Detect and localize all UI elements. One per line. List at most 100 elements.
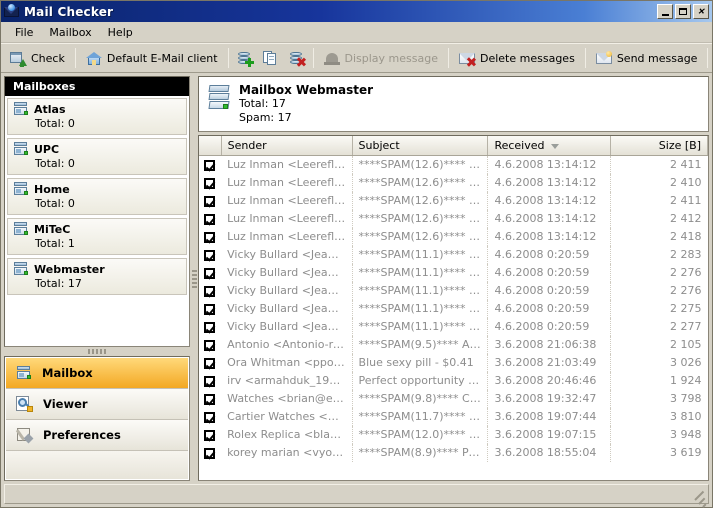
window-title: Mail Checker (24, 4, 114, 19)
mailbox-name: MiTeC (34, 222, 71, 236)
table-row[interactable]: Watches <brian@e-si... ****SPAM(9.8)**** … (199, 389, 708, 408)
cell-size: 2 283 (670, 248, 702, 261)
row-checkbox[interactable] (199, 228, 221, 246)
mailbox-name: Home (34, 182, 70, 196)
vertical-splitter[interactable] (190, 76, 198, 481)
row-checkbox[interactable] (199, 426, 221, 444)
cell-received: 4.6.2008 13:14:12 (487, 173, 612, 192)
row-checkbox[interactable] (199, 444, 221, 462)
delete-messages-button[interactable]: Delete messages (452, 45, 582, 71)
cell-size: 3 619 (670, 446, 702, 459)
send-message-icon (595, 50, 612, 66)
row-checkbox[interactable] (199, 354, 221, 372)
row-checkbox[interactable] (199, 192, 221, 210)
mailbox-item-webmaster[interactable]: Webmaster Total: 17 (7, 258, 187, 295)
mailbox-item-upc[interactable]: UPC Total: 0 (7, 138, 187, 175)
server-icon (207, 85, 231, 111)
copy-mailbox-button[interactable] (258, 45, 284, 71)
mailbox-icon (16, 366, 32, 380)
menu-item-file[interactable]: File (7, 24, 41, 41)
display-message-button[interactable]: Display message (317, 45, 445, 71)
mailbox-total: Total: 17 (35, 277, 82, 290)
cell-size: 2 412 (670, 212, 702, 225)
default-email-client-button[interactable]: Default E-Mail client (79, 45, 225, 71)
cell-size: 3 810 (670, 410, 702, 423)
sidebar-item-viewer[interactable]: Viewer (6, 389, 188, 420)
table-row[interactable]: Vicky Bullard <Jeanne... ****SPAM(11.1)**… (199, 281, 708, 300)
add-mailbox-button[interactable] (232, 45, 258, 71)
table-row[interactable]: Vicky Bullard <Jeanne... ****SPAM(11.1)**… (199, 263, 708, 282)
mailboxes-list: Atlas Total: 0 UPC Total: 0 Home Total: … (5, 96, 189, 346)
left-panel: Mailboxes Atlas Total: 0 UPC Total: 0 Ho… (4, 76, 190, 481)
column-header-subject[interactable]: Subject (352, 136, 489, 156)
mailbox-item-mitec[interactable]: MiTeC Total: 1 (7, 218, 187, 255)
cell-subject: ****SPAM(11.1)**** Find ... (352, 263, 489, 282)
cell-subject: ****SPAM(12.6)**** 100... (352, 191, 489, 210)
sidebar-item-preferences[interactable]: Preferences (6, 420, 188, 451)
menu-item-help[interactable]: Help (100, 24, 141, 41)
table-row[interactable]: irv <armahduk_1988... Perfect opportunity… (199, 371, 708, 390)
cell-size: 2 276 (670, 266, 702, 279)
row-checkbox[interactable] (199, 264, 221, 282)
mailbox-icon (13, 262, 29, 276)
table-row[interactable]: Vicky Bullard <Jeanne... ****SPAM(11.1)**… (199, 245, 708, 264)
mailbox-item-home[interactable]: Home Total: 0 (7, 178, 187, 215)
row-checkbox[interactable] (199, 372, 221, 390)
table-row[interactable]: Luz Inman <Leereflec... ****SPAM(12.6)***… (199, 173, 708, 192)
table-row[interactable]: Rolex Replica <blaze... ****SPAM(12.0)***… (199, 425, 708, 444)
cell-sender: Vicky Bullard <Jeanne... (221, 245, 353, 264)
cell-subject: ****SPAM(12.6)**** 100... (352, 173, 489, 192)
delete-mailbox-button[interactable] (284, 45, 310, 71)
row-checkbox[interactable] (199, 390, 221, 408)
mailbox-item-atlas[interactable]: Atlas Total: 0 (7, 98, 187, 135)
cell-size: 2 410 (670, 176, 702, 189)
mailbox-icon (13, 102, 29, 116)
mailbox-icon (13, 182, 29, 196)
column-header-sender[interactable]: Sender (221, 136, 353, 156)
row-checkbox[interactable] (199, 336, 221, 354)
row-checkbox[interactable] (199, 156, 221, 174)
close-button[interactable]: ✕ (693, 4, 709, 19)
row-checkbox[interactable] (199, 300, 221, 318)
mailbox-total: Total: 0 (35, 157, 75, 170)
table-row[interactable]: Luz Inman <Leereflec... ****SPAM(12.6)***… (199, 191, 708, 210)
cell-subject: ****SPAM(9.5)**** Angeli... (352, 335, 489, 354)
table-row[interactable]: Vicky Bullard <Jeanne... ****SPAM(11.1)**… (199, 299, 708, 318)
send-message-button[interactable]: Send message (589, 45, 705, 71)
row-checkbox[interactable] (199, 246, 221, 264)
cell-sender: irv <armahduk_1988... (221, 371, 353, 390)
message-table-body: Luz Inman <Leereflec... ****SPAM(12.6)***… (199, 155, 708, 462)
row-checkbox[interactable] (199, 408, 221, 426)
status-bar (4, 484, 709, 508)
resize-grip-icon[interactable] (694, 489, 707, 508)
row-checkbox[interactable] (199, 318, 221, 336)
row-checkbox[interactable] (199, 210, 221, 228)
table-row[interactable]: Luz Inman <Leereflec... ****SPAM(12.6)***… (199, 155, 708, 174)
cell-received: 3.6.2008 18:55:04 (487, 443, 612, 462)
viewer-icon (16, 396, 33, 412)
menu-item-mailbox[interactable]: Mailbox (41, 24, 99, 41)
cell-sender: Antonio <Antonio-rer|... (221, 335, 353, 354)
table-row[interactable]: Antonio <Antonio-rer|... ****SPAM(9.5)***… (199, 335, 708, 354)
cell-subject: ****SPAM(11.7)**** Offic... (352, 407, 489, 426)
column-header-size[interactable]: Size [B] (610, 136, 708, 156)
sidebar-item-mailbox[interactable]: Mailbox (6, 358, 188, 389)
cell-size: 2 411 (670, 158, 702, 172)
table-row[interactable]: Luz Inman <Leereflec... ****SPAM(12.6)***… (199, 209, 708, 228)
table-row[interactable]: Ora Whitman <ppoijg... Blue sexy pill - $… (199, 353, 708, 372)
horizontal-splitter[interactable] (4, 347, 190, 356)
cell-subject: ****SPAM(11.1)**** Find ... (352, 281, 489, 300)
row-checkbox[interactable] (199, 174, 221, 192)
table-row[interactable]: korey marian <vyourb... ****SPAM(8.9)****… (199, 443, 708, 462)
check-button[interactable]: Check (3, 45, 72, 71)
table-row[interactable]: Cartier Watches <dm... ****SPAM(11.7)****… (199, 407, 708, 426)
row-checkbox[interactable] (199, 282, 221, 300)
column-header-checkbox[interactable] (199, 136, 222, 156)
mailbox-info-spam: Spam: 17 (239, 111, 292, 124)
table-row[interactable]: Luz Inman <Leereflec... ****SPAM(12.6)***… (199, 227, 708, 246)
minimize-button[interactable] (657, 4, 673, 19)
cell-size: 3 798 (670, 392, 702, 405)
table-row[interactable]: Vicky Bullard <Jeanne... ****SPAM(11.1)**… (199, 317, 708, 336)
maximize-button[interactable] (675, 4, 691, 19)
column-header-received[interactable]: Received (487, 136, 612, 156)
